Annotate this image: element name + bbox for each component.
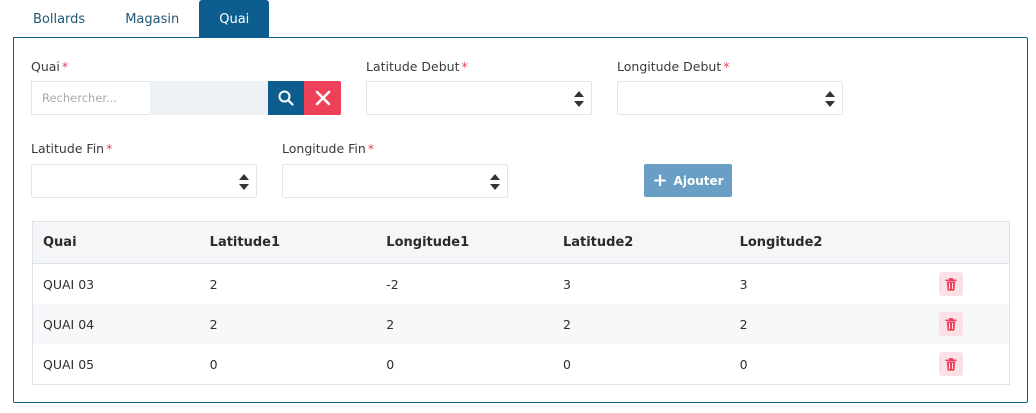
longitude-debut-field[interactable]	[617, 81, 843, 115]
cell-longitude1: -2	[386, 276, 399, 292]
header-quai: Quai	[43, 235, 77, 250]
tab-magasin[interactable]: Magasin	[105, 0, 199, 38]
quai-search-group: Rechercher...	[31, 81, 341, 115]
header-longitude2: Longitude2	[739, 235, 823, 250]
close-icon	[315, 90, 330, 106]
spinner-arrows-icon[interactable]	[489, 173, 501, 191]
tab-quai[interactable]: Quai	[199, 0, 270, 38]
cell-latitude1: 2	[209, 276, 218, 292]
longitude-debut-label: Longitude Debut *	[617, 59, 729, 74]
required-mark: *	[461, 59, 468, 74]
header-latitude1: Latitude1	[209, 235, 281, 250]
spinner-arrows-icon[interactable]	[824, 90, 836, 108]
cell-actions	[939, 272, 1009, 296]
longitude-fin-label: Longitude Fin *	[282, 141, 374, 156]
trash-icon	[945, 357, 957, 371]
longitude-fin-label-text: Longitude Fin	[282, 141, 366, 156]
cell-actions	[939, 352, 1009, 376]
cell-latitude2: 2	[562, 316, 571, 332]
plus-icon: +	[652, 169, 668, 191]
clear-button[interactable]	[304, 81, 341, 115]
required-mark: *	[723, 59, 730, 74]
cell-longitude1: 2	[386, 316, 395, 332]
spinner-arrows-icon[interactable]	[238, 173, 250, 191]
longitude-fin-field[interactable]	[282, 164, 508, 198]
cell-latitude1: 2	[209, 316, 218, 332]
add-button[interactable]: + Ajouter	[644, 164, 732, 197]
quai-search-input[interactable]: Rechercher...	[31, 81, 150, 115]
tab-bar: Bollards Magasin Quai	[13, 0, 270, 38]
table-row: QUAI 03 2 -2 3 3	[33, 264, 1009, 304]
cell-longitude2: 3	[739, 276, 748, 292]
add-button-label: Ajouter	[673, 173, 724, 188]
quai-label: Quai *	[31, 59, 68, 74]
required-mark: *	[106, 141, 113, 156]
cell-longitude2: 0	[739, 356, 748, 372]
search-icon	[278, 90, 294, 106]
cell-longitude1: 0	[386, 356, 395, 372]
cell-latitude1: 0	[209, 356, 218, 372]
cell-latitude2: 3	[562, 276, 571, 292]
delete-button[interactable]	[939, 352, 964, 376]
tab-bollards[interactable]: Bollards	[13, 0, 105, 38]
header-latitude2: Latitude2	[562, 235, 634, 250]
trash-icon	[945, 277, 957, 291]
quai-label-text: Quai	[31, 59, 60, 74]
latitude-fin-label-text: Latitude Fin	[31, 141, 105, 156]
cell-latitude2: 0	[562, 356, 571, 372]
spinner-arrows-icon[interactable]	[573, 90, 585, 108]
latitude-fin-label: Latitude Fin *	[31, 141, 112, 156]
latitude-debut-label-text: Latitude Debut	[366, 59, 460, 74]
table-row: QUAI 04 2 2 2 2	[33, 304, 1009, 344]
latitude-debut-field[interactable]	[366, 81, 592, 115]
required-mark: *	[61, 59, 69, 74]
search-button[interactable]	[268, 81, 304, 115]
latitude-debut-label: Latitude Debut *	[366, 59, 468, 74]
cell-quai: QUAI 05	[43, 356, 95, 372]
cell-longitude2: 2	[739, 316, 748, 332]
trash-icon	[945, 317, 957, 331]
cell-quai: QUAI 04	[43, 316, 95, 332]
table-header: Quai Latitude1 Longitude1 Latitude2 Long…	[33, 222, 1009, 264]
required-mark: *	[367, 141, 375, 156]
delete-button[interactable]	[939, 272, 964, 296]
table-row: QUAI 05 0 0 0 0	[33, 344, 1009, 384]
quai-panel: Quai * Rechercher... Latitude Debut * Long…	[13, 37, 1028, 403]
cell-actions	[939, 312, 1009, 336]
delete-button[interactable]	[939, 312, 964, 336]
longitude-debut-label-text: Longitude Debut	[617, 59, 722, 74]
latitude-fin-field[interactable]	[31, 164, 257, 198]
quai-selected-value[interactable]	[150, 81, 268, 115]
header-longitude1: Longitude1	[386, 235, 470, 250]
cell-quai: QUAI 03	[43, 276, 95, 292]
quai-table: Quai Latitude1 Longitude1 Latitude2 Long…	[32, 221, 1010, 385]
